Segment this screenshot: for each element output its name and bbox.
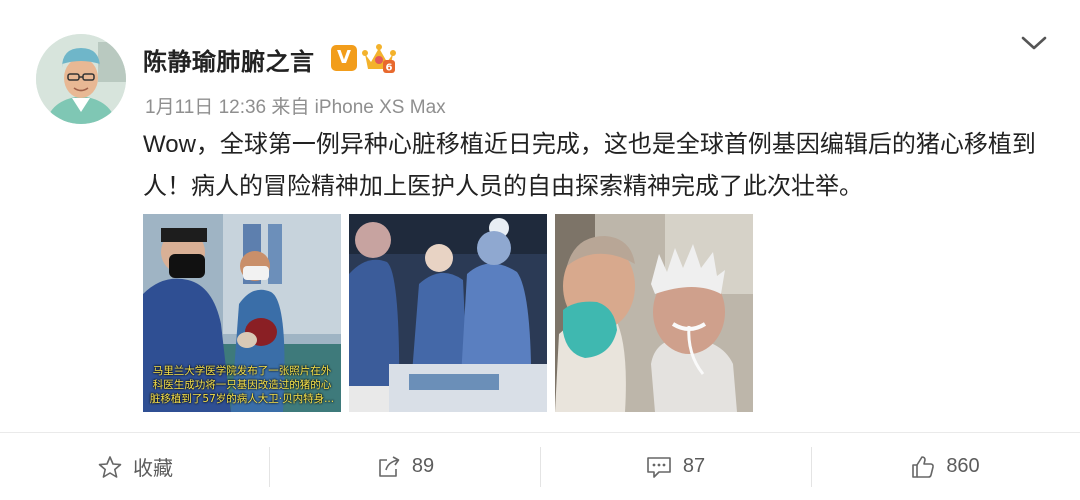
doctor-and-patient-selfie-photo [555, 214, 753, 412]
member-crown-icon: 6 [362, 44, 396, 74]
post-text: Wow，全球第一例异种心脏移植近日完成，这也是全球首例基因编辑后的猪心移植到人！… [143, 131, 1036, 200]
member-level-number: 6 [386, 63, 393, 74]
repost-count: 89 [411, 455, 435, 477]
author-name[interactable]: 陈静瑜肺腑之言 [143, 42, 315, 77]
action-bar: 收藏 89 87 860 [0, 433, 1080, 500]
comment-icon [647, 456, 671, 478]
comment-button[interactable]: 87 [540, 433, 810, 500]
post-meta: 1月11日 12:36 来自 iPhone XS Max [145, 97, 446, 118]
comment-count: 87 [682, 455, 706, 477]
favorite-label: 收藏 [133, 458, 173, 480]
like-button[interactable]: 860 [810, 433, 1080, 500]
weibo-post: 陈静瑜肺腑之言 V 6 1月11日 12:36 来自 iPhone XS Max… [0, 0, 1080, 500]
chevron-down-icon[interactable] [1020, 34, 1048, 52]
avatar-image [36, 34, 126, 124]
like-count: 860 [946, 455, 980, 477]
operating-room-photo [349, 214, 547, 412]
post-image[interactable]: 马里兰大学医学院发布了一张照片在外科医生成功将一只基因改造过的猪的心脏移植到了5… [143, 214, 341, 412]
avatar[interactable] [36, 34, 126, 124]
star-icon [98, 455, 122, 478]
repost-button[interactable]: 89 [270, 433, 540, 500]
share-icon [379, 455, 400, 477]
thumbs-up-icon [912, 455, 935, 478]
post-image[interactable] [555, 214, 753, 412]
verified-badge: V [331, 45, 357, 71]
image-caption: 马里兰大学医学院发布了一张照片在外科医生成功将一只基因改造过的猪的心脏移植到了5… [149, 365, 335, 405]
favorite-button[interactable]: 收藏 [0, 433, 270, 500]
post-image[interactable] [349, 214, 547, 412]
